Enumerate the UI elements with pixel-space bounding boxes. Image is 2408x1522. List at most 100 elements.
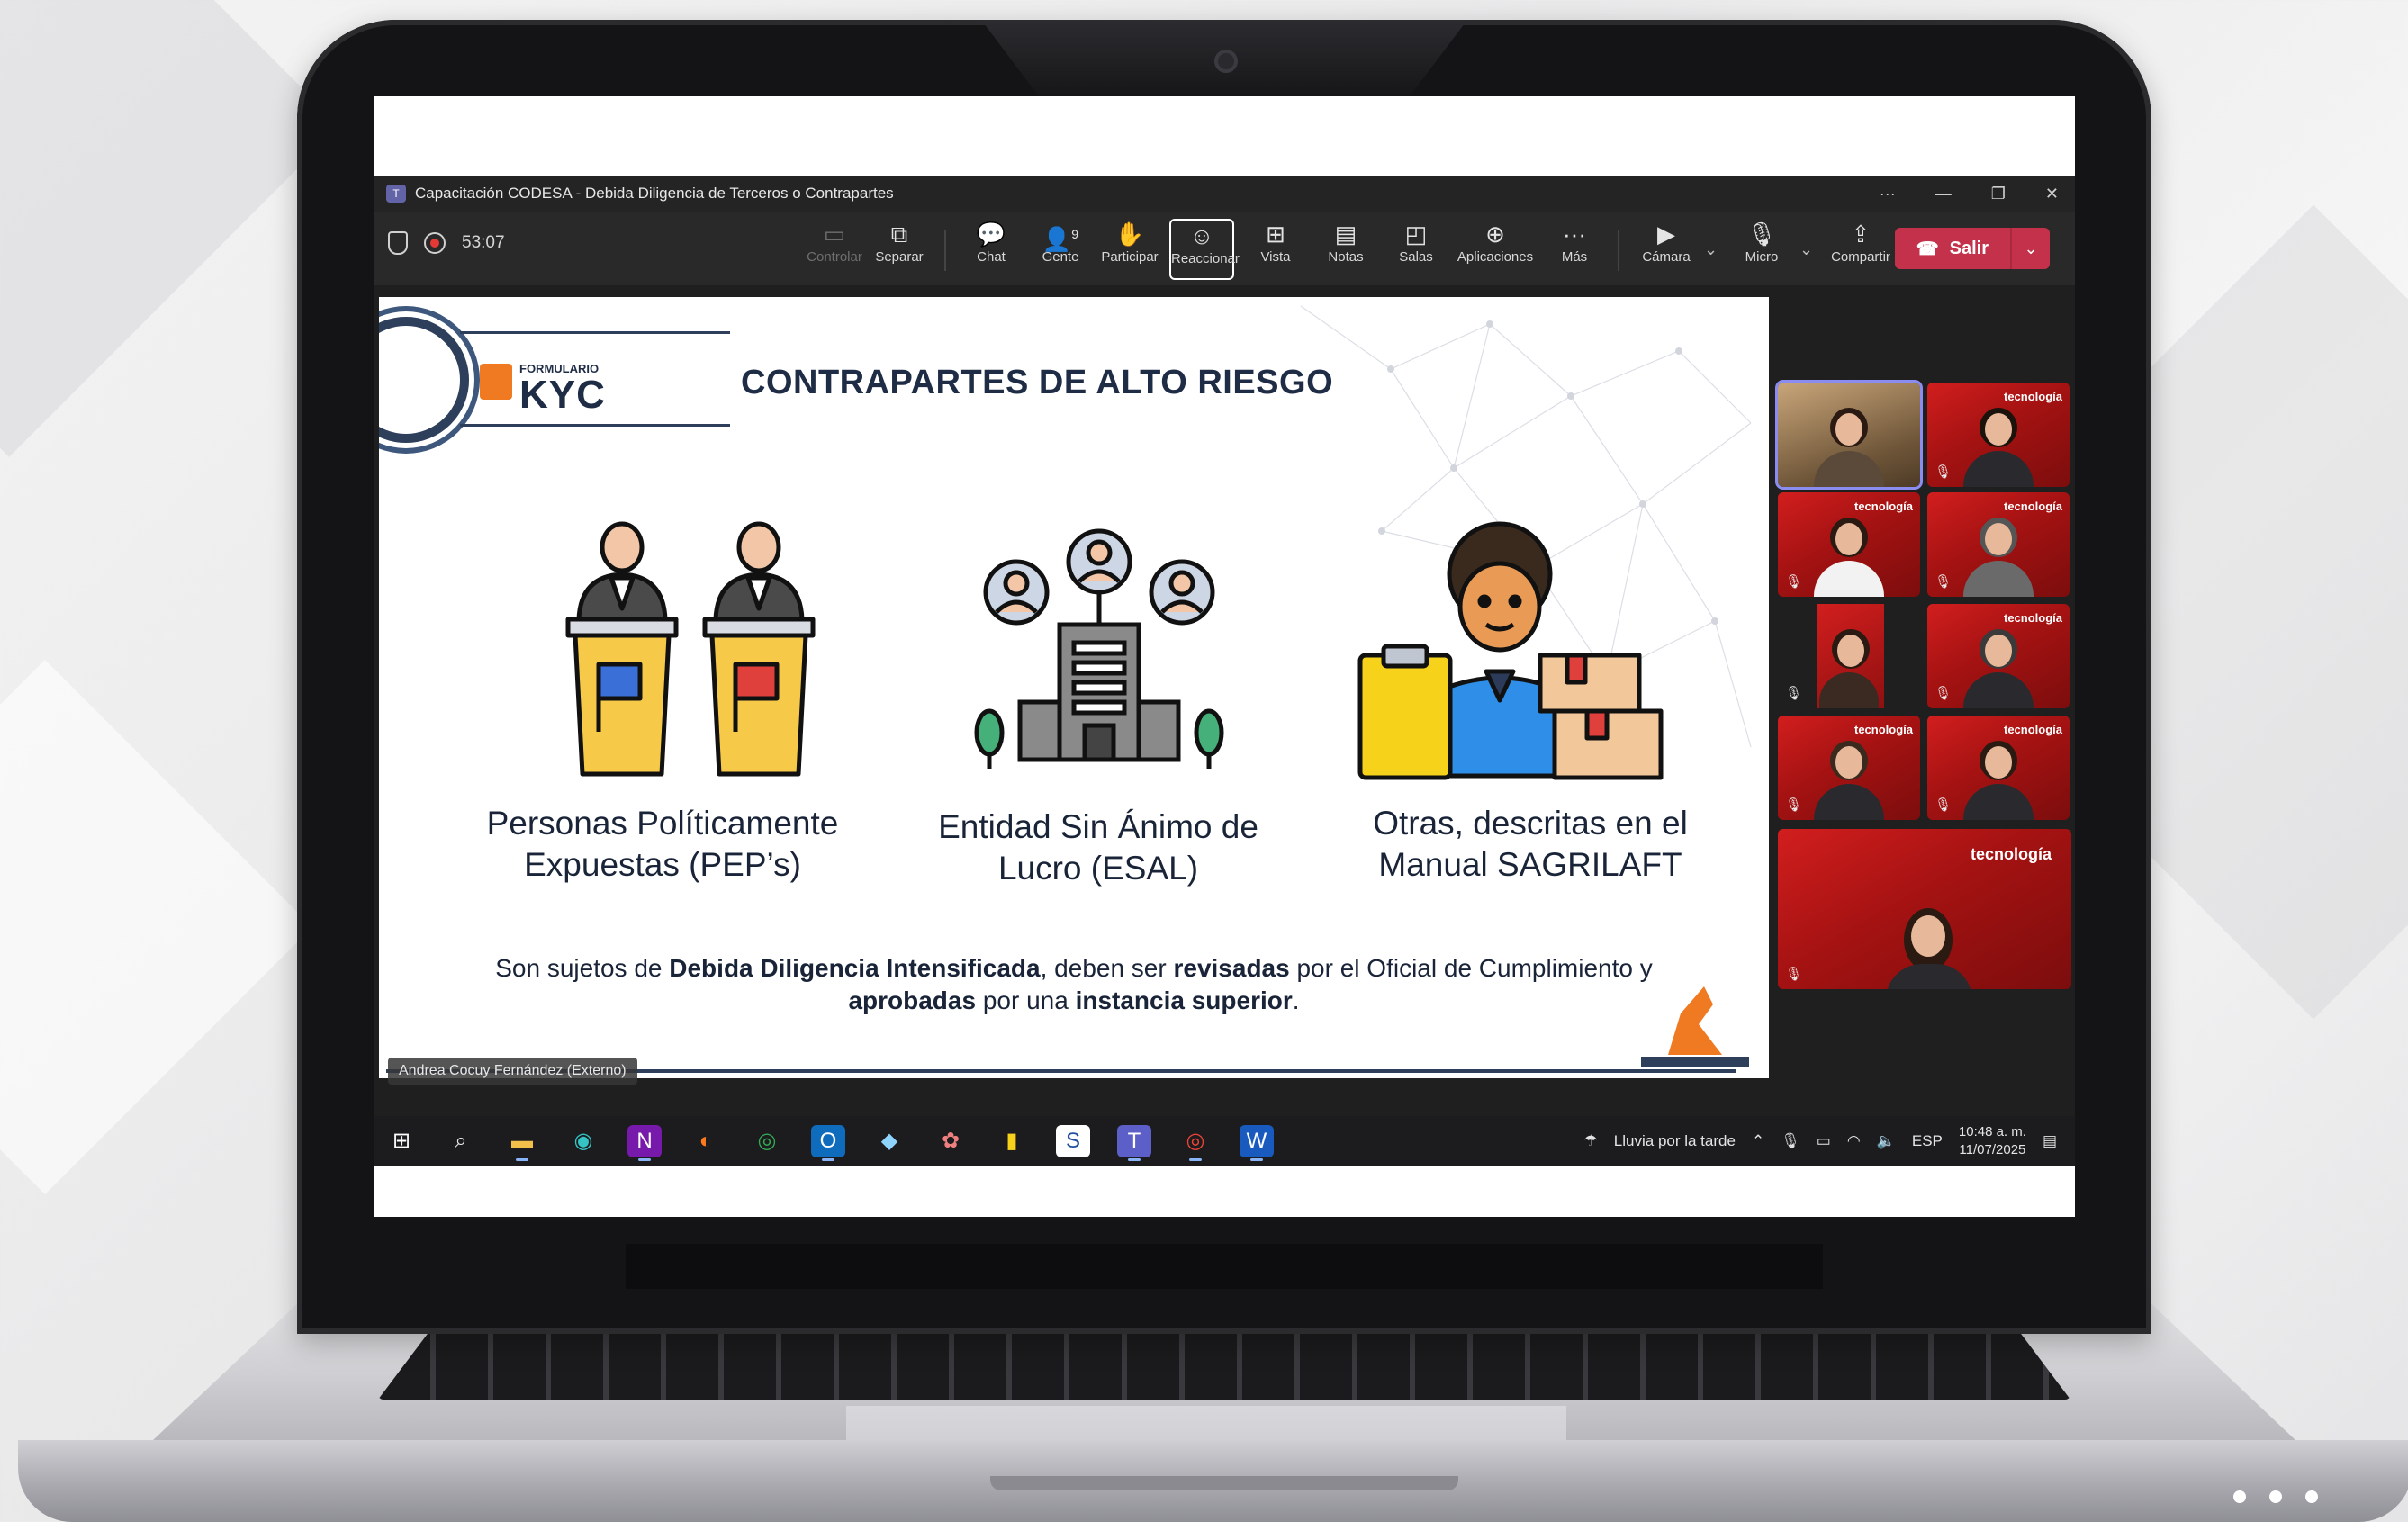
people-count: 9 [1071,227,1079,241]
carousel-dots[interactable] [2233,1490,2318,1503]
chrome-profile-icon[interactable]: ◎ [1178,1125,1213,1161]
other-label-line1: Otras, descritas en el [1373,805,1688,842]
pep-label-line2: Expuestas (PEP’s) [524,846,801,883]
mic-muted-icon: 🎙 [1935,464,1953,480]
mic-muted-icon: 🎙 [1935,686,1953,701]
pop-out-button[interactable]: ⧉ Separar [867,219,932,280]
weather-text[interactable]: Lluvia por la tarde [1614,1132,1736,1150]
mic-muted-icon: 🎙 [1746,221,1777,248]
participant-video-tile-large[interactable]: tecnología 🎙 [1778,829,2071,989]
chat-icon: 💬 [976,221,1006,248]
kyc-building-icon [480,364,512,400]
word-icon[interactable]: W [1240,1125,1274,1161]
more-button[interactable]: ··· Más [1542,219,1607,280]
wifi-icon[interactable]: ◠ [1847,1132,1861,1150]
share-label: Compartir [1831,249,1890,265]
clock-time: 10:48 a. m. [1958,1124,2026,1139]
mic-muted-icon: 🎙 [1935,574,1953,590]
carousel-dot[interactable] [2305,1490,2318,1503]
background-shape [0,0,340,457]
raise-hand-button[interactable]: ✋ Participar [1097,219,1162,280]
background-shape [0,660,312,1194]
participant-video-tile[interactable]: tecnología 🎙 [1927,604,2070,708]
language-indicator[interactable]: ESP [1912,1132,1943,1150]
footer-text: por una [976,986,1076,1014]
clock[interactable]: 10:48 a. m. 11/07/2025 [1959,1123,2026,1159]
microphone-icon[interactable]: 🎙 [1781,1132,1800,1150]
minimize-icon[interactable]: — [1935,185,1952,203]
close-icon[interactable]: ✕ [2045,185,2059,203]
chat-button[interactable]: 💬 Chat [959,219,1024,280]
meeting-toolbar: 53:07 ▭ Controlar ⧉ Separar 💬 Chat 👤9 Ge… [374,212,2075,285]
share-button[interactable]: ⇪ Compartir [1823,219,1898,280]
outlook-icon[interactable]: O [811,1125,845,1161]
teams-icon[interactable]: T [1117,1125,1151,1161]
chrome-icon[interactable]: ◎ [750,1125,784,1157]
apps-button[interactable]: ⊕ Aplicaciones [1454,219,1537,280]
windows-start-icon[interactable]: ⊞ [384,1125,419,1157]
leave-button[interactable]: ☎ Salir [1894,228,2010,269]
react-button[interactable]: ☺ Reaccionar [1169,219,1240,280]
other-label-line2: Manual SAGRILAFT [1378,846,1682,883]
breakout-rooms-button[interactable]: ◰ Salas [1384,219,1448,280]
participant-brand-text: tecnología [2003,611,2062,625]
chess-piece-icon [1641,986,1749,1067]
apps-label: Aplicaciones [1457,249,1534,265]
control-button[interactable]: ▭ Controlar [802,219,867,280]
teams-logo-icon: T [386,185,406,203]
react-label: Reaccionar [1171,251,1240,266]
firefox-icon[interactable]: ◐ [689,1125,723,1157]
shield-icon[interactable] [388,231,408,255]
chevron-up-icon[interactable]: ⌃ [1752,1132,1764,1150]
leave-options-button[interactable]: ⌄ [2010,228,2050,269]
mic-muted-icon: 🎙 [1785,574,1803,590]
paint-icon[interactable]: ✿ [933,1125,968,1157]
file-explorer-icon[interactable]: ▬ [505,1125,539,1161]
delivery-worker-icon [1357,521,1664,780]
participant-brand-text: tecnología [2003,723,2062,736]
participant-body [1814,451,1884,487]
restore-icon[interactable]: ❐ [1991,185,2006,203]
people-icon: 👤9 [1042,225,1079,253]
slide-footer-text: Son sujetos de Debida Diligencia Intensi… [415,952,1733,1017]
people-button[interactable]: 👤9 Gente [1028,219,1093,280]
weather-rain-icon[interactable]: ☂ [1584,1132,1598,1150]
logo-circle-icon [379,317,469,443]
battery-icon[interactable]: ▭ [1817,1132,1831,1150]
mic-label: Micro [1745,249,1779,265]
edge-browser-icon[interactable]: ◉ [566,1125,600,1157]
participant-video-tile[interactable] [1775,380,1923,490]
carousel-dot[interactable] [2269,1490,2282,1503]
search-icon[interactable]: ⌕ [444,1125,478,1157]
kyc-form-logo: FORMULARIO KYC [379,297,739,468]
ellipsis-icon[interactable]: ··· [1880,185,1896,203]
windows-taskbar: ⊞ ⌕ ▬ ◉ N ◐ ◎ O ◆ ✿ ▮ S T ◎ W ☂ Lluvia p… [374,1116,2075,1166]
participant-video-tile[interactable]: tecnología 🎙 [1927,492,2070,597]
participant-video-tile[interactable]: tecnología 🎙 [1927,716,2070,820]
participant-face [1985,746,2012,779]
camera-button[interactable]: ▶ Cámara [1634,219,1699,280]
logo-title: KYC [519,373,606,417]
control-label: Controlar [807,249,862,265]
participant-video-tile[interactable]: tecnología 🎙 [1778,716,1920,820]
notes-button[interactable]: ▤ Notas [1313,219,1378,280]
notes-app-icon[interactable]: ◆ [872,1125,906,1157]
view-button[interactable]: ⊞ Vista [1243,219,1308,280]
carousel-dot[interactable] [2233,1490,2246,1503]
speaker-icon[interactable]: 🔈 [1877,1132,1896,1150]
notifications-icon[interactable]: ▤ [2043,1132,2057,1150]
participant-video-tile[interactable]: 🎙 [1778,604,1920,708]
participant-video-tile[interactable]: tecnología 🎙 [1927,383,2070,487]
app-logo-icon[interactable]: S [1056,1125,1090,1157]
participant-video-tile[interactable]: tecnología 🎙 [1778,492,1920,597]
mic-button[interactable]: 🎙 Micro [1729,219,1794,280]
chevron-down-icon[interactable]: ⌄ [1704,240,1718,259]
rooms-label: Salas [1399,249,1433,265]
participant-brand-text: tecnología [1853,723,1913,736]
power-bi-icon[interactable]: ▮ [995,1125,1029,1157]
laptop-hinge [626,1244,1823,1289]
add-app-icon: ⊕ [1485,221,1505,248]
pop-out-label: Separar [875,249,924,265]
chevron-down-icon[interactable]: ⌄ [1799,240,1813,259]
onenote-icon[interactable]: N [627,1125,662,1161]
